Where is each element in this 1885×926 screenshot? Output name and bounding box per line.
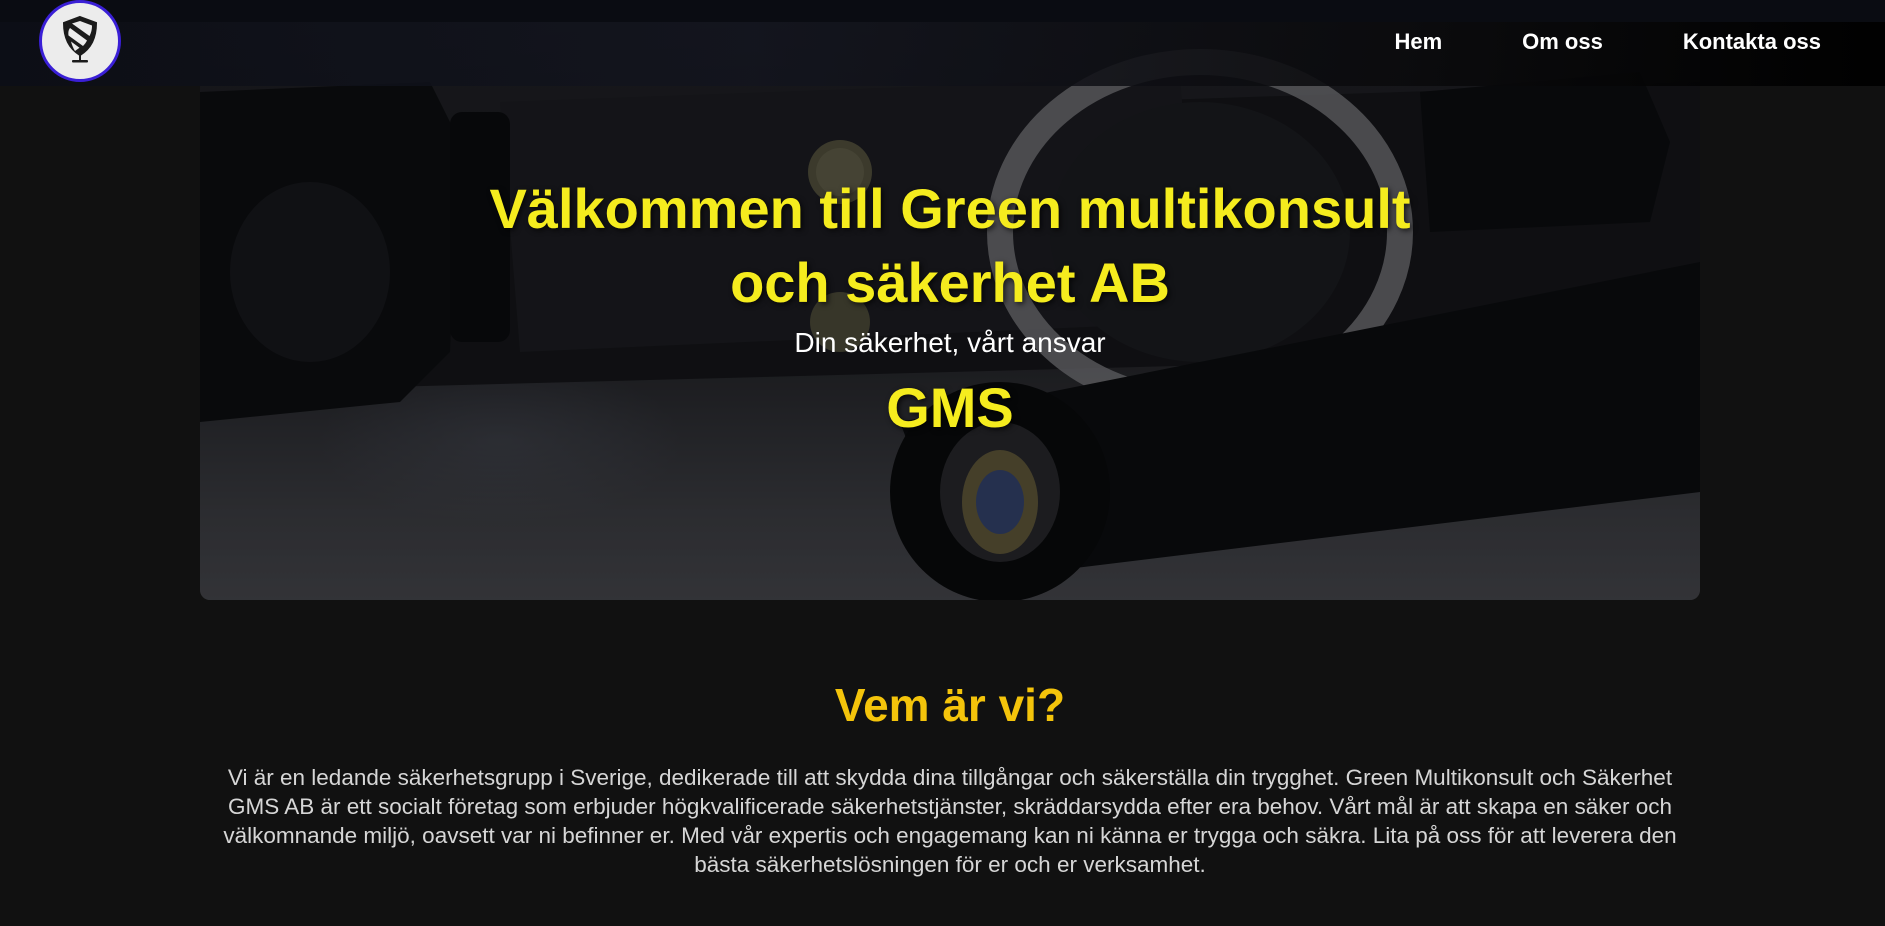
hero-banner: Välkommen till Green multikonsult och sä… xyxy=(200,22,1700,600)
about-section: Vem är vi? Vi är en ledande säkerhetsgru… xyxy=(200,675,1700,879)
hero-subtitle: Din säkerhet, vårt ansvar xyxy=(794,327,1106,358)
hero-title-line1: Välkommen till Green multikonsult xyxy=(489,177,1411,240)
nav-link-om-oss[interactable]: Om oss xyxy=(1522,29,1603,55)
hero-title-line2: och säkerhet AB xyxy=(730,251,1170,314)
about-body: Vi är en ledande säkerhetsgrupp i Sverig… xyxy=(223,765,1677,877)
about-heading: Vem är vi? xyxy=(834,679,1066,731)
shield-icon xyxy=(58,14,102,69)
hero-text: Välkommen till Green multikonsult och sä… xyxy=(200,172,1700,438)
hero-title: Välkommen till Green multikonsult och sä… xyxy=(200,172,1700,320)
main-nav: Hem Om oss Kontakta oss xyxy=(1394,22,1821,62)
header-top-strip xyxy=(0,0,1885,22)
site-logo[interactable] xyxy=(39,0,121,82)
hero-brand: GMS xyxy=(886,376,1014,439)
nav-link-kontakta-oss[interactable]: Kontakta oss xyxy=(1683,29,1821,55)
nav-link-hem[interactable]: Hem xyxy=(1394,29,1442,55)
